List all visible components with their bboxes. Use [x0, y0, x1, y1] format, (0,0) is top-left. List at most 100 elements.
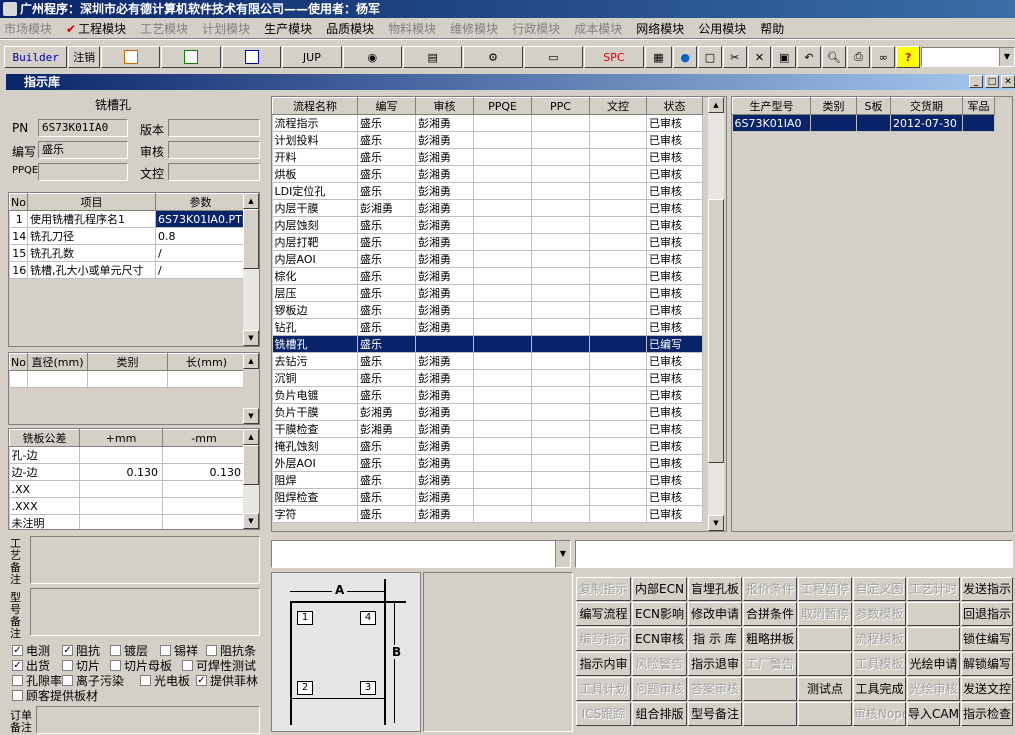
process-note-field[interactable]: [30, 536, 260, 584]
table-cell[interactable]: 0.130: [162, 463, 246, 481]
scroll-up-icon[interactable]: ▲: [243, 429, 259, 445]
table-row[interactable]: 6S73K01IA0 2012-07-30: [732, 114, 995, 132]
table-row[interactable]: 干膜检查 彭湘勇 彭湘勇 已审核: [272, 420, 703, 438]
table-row[interactable]: 开料 盛乐 彭湘勇 已审核: [272, 148, 703, 166]
table-cell[interactable]: [531, 488, 590, 506]
table-cell[interactable]: 盛乐: [357, 471, 416, 489]
table-cell[interactable]: 钻孔: [272, 318, 358, 336]
table-cell[interactable]: 层压: [272, 284, 358, 302]
table-cell[interactable]: [531, 165, 590, 183]
save-button[interactable]: ▣: [772, 46, 797, 68]
close-icon[interactable]: ✕: [1001, 75, 1015, 88]
table-cell[interactable]: [531, 250, 590, 268]
slots-header-no[interactable]: No: [9, 353, 28, 371]
table-cell[interactable]: 开料: [272, 148, 358, 166]
table-cell[interactable]: [531, 199, 590, 217]
action-button[interactable]: 工艺计时: [907, 577, 960, 601]
table-cell[interactable]: 6S73K01IA0: [732, 114, 811, 132]
table-cell[interactable]: 流程指示: [272, 114, 358, 132]
table-cell[interactable]: 彭湘勇: [415, 437, 474, 455]
action-button[interactable]: 报价条件: [743, 577, 797, 601]
table-cell[interactable]: [473, 318, 532, 336]
version-field[interactable]: [168, 119, 260, 137]
params-scrollbar[interactable]: ▲ ▼: [243, 193, 259, 346]
action-button[interactable]: 解锁编写: [961, 652, 1013, 676]
table-cell[interactable]: [473, 352, 532, 370]
table-row[interactable]: 钻孔 盛乐 彭湘勇 已审核: [272, 318, 703, 336]
table-row[interactable]: 棕化 盛乐 彭湘勇 已审核: [272, 267, 703, 285]
table-row[interactable]: 内层打靶 盛乐 彭湘勇 已审核: [272, 233, 703, 251]
menu-item-1[interactable]: ✔ 工程模块: [66, 20, 126, 37]
menu-item-9[interactable]: 成本模块: [574, 20, 622, 37]
table-cell[interactable]: 计划投料: [272, 131, 358, 149]
table-cell[interactable]: [531, 233, 590, 251]
table-cell[interactable]: [473, 505, 532, 523]
action-button[interactable]: 导入CAM: [907, 702, 960, 726]
table-cell[interactable]: 已审核: [646, 267, 703, 285]
action-button[interactable]: 编写流程: [576, 602, 631, 626]
menu-item-8[interactable]: 行政模块: [512, 20, 560, 37]
table-row[interactable]: 15 铣孔孔数 /: [9, 244, 246, 262]
table-cell[interactable]: [473, 437, 532, 455]
table-cell[interactable]: [473, 403, 532, 421]
table-cell[interactable]: LDI定位孔: [272, 182, 358, 200]
table-cell[interactable]: [810, 114, 857, 132]
action-button[interactable]: [798, 652, 852, 676]
action-button[interactable]: 合拼条件: [743, 602, 797, 626]
jup-button[interactable]: JUP: [282, 46, 342, 68]
ppt-button[interactable]: [101, 46, 161, 68]
table-cell[interactable]: 盛乐: [357, 318, 416, 336]
table-cell[interactable]: 使用铣槽孔程序名1: [27, 210, 156, 228]
table-cell[interactable]: 彭湘勇: [415, 233, 474, 251]
table-cell[interactable]: 彭湘勇: [357, 420, 416, 438]
table-cell[interactable]: 已审核: [646, 182, 703, 200]
table-cell[interactable]: 彭湘勇: [415, 420, 474, 438]
action-button[interactable]: [743, 702, 797, 726]
action-button[interactable]: 工厂警告: [743, 652, 797, 676]
table-cell[interactable]: 盛乐: [357, 182, 416, 200]
checkbox-checked-icon[interactable]: ✓: [62, 645, 73, 656]
action-button[interactable]: 指示退审: [688, 652, 742, 676]
logout-button[interactable]: 注销: [68, 46, 101, 68]
checkbox-empty-icon[interactable]: [140, 675, 151, 686]
table-cell[interactable]: 0.8: [155, 227, 246, 245]
word-button[interactable]: [221, 46, 282, 68]
table-cell[interactable]: [589, 216, 647, 234]
checkbox-empty-icon[interactable]: [160, 645, 171, 656]
table-cell[interactable]: [589, 114, 647, 132]
table-cell[interactable]: 已审核: [646, 403, 703, 421]
chevron-down-icon[interactable]: ▼: [555, 541, 570, 567]
table-cell[interactable]: 彭湘勇: [415, 369, 474, 387]
table-row[interactable]: 1使用铣槽孔程序名16S73K01IA0.PTH8: [9, 210, 246, 228]
action-button[interactable]: 锁住编写: [961, 627, 1013, 651]
table-cell[interactable]: 铣孔孔数: [27, 244, 156, 262]
table-cell[interactable]: 已审核: [646, 131, 703, 149]
table-cell[interactable]: 已审核: [646, 148, 703, 166]
table-row[interactable]: 14 铣孔刀径 0.8: [9, 227, 246, 245]
bottom-text-field[interactable]: [575, 540, 1013, 568]
table-cell[interactable]: 盛乐: [357, 369, 416, 387]
action-button[interactable]: 工具模板: [853, 652, 906, 676]
models-header-sboard[interactable]: S板: [856, 97, 891, 115]
option-checkbox[interactable]: 顾客提供板材: [12, 687, 98, 704]
slots-header-type[interactable]: 类别: [87, 353, 168, 371]
flow-header-ppc[interactable]: PPC: [531, 97, 590, 115]
table-cell[interactable]: [473, 233, 532, 251]
table-cell[interactable]: [473, 488, 532, 506]
flow-header-status[interactable]: 状态: [646, 97, 703, 115]
table-cell[interactable]: [589, 454, 647, 472]
table-row[interactable]: 烘板 盛乐 彭湘勇 已审核: [272, 165, 703, 183]
scroll-up-icon[interactable]: ▲: [243, 193, 259, 209]
table-cell[interactable]: [856, 114, 891, 132]
table-cell[interactable]: 已审核: [646, 454, 703, 472]
table-cell[interactable]: 彭湘勇: [357, 199, 416, 217]
models-header-model[interactable]: 生产型号: [732, 97, 811, 115]
table-cell[interactable]: [589, 233, 647, 251]
order-note-field[interactable]: [36, 706, 260, 734]
table-cell[interactable]: 已审核: [646, 386, 703, 404]
scroll-up-icon[interactable]: ▲: [243, 353, 259, 369]
table-cell[interactable]: .XXX: [9, 497, 80, 515]
table-row[interactable]: 内层干膜 彭湘勇 彭湘勇 已审核: [272, 199, 703, 217]
table-cell[interactable]: 彭湘勇: [415, 182, 474, 200]
table-cell[interactable]: 盛乐: [357, 454, 416, 472]
